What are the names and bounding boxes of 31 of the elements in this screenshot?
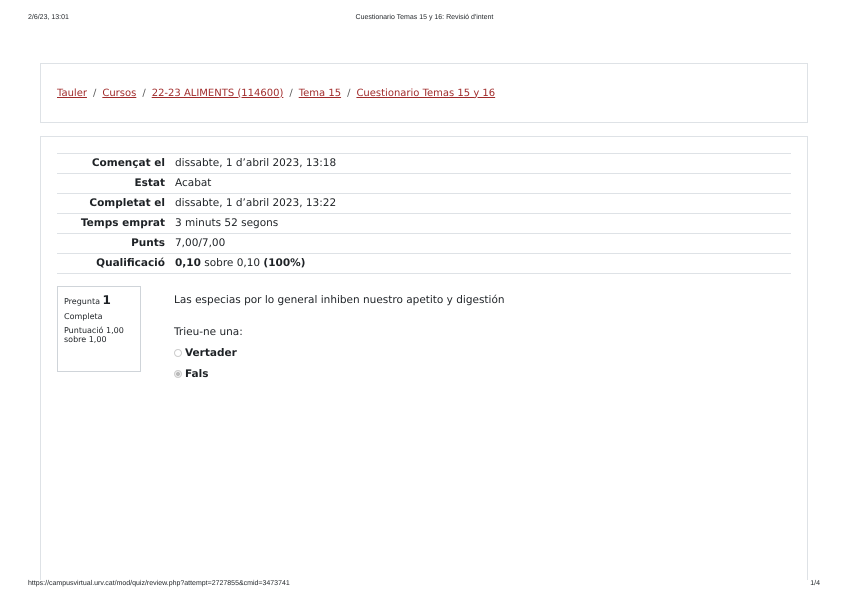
question-label: Pregunta <box>64 297 100 306</box>
breadcrumb-separator: / <box>142 88 146 98</box>
summary-label: Qualificació <box>57 254 173 274</box>
breadcrumb-link[interactable]: Tema 15 <box>298 88 342 98</box>
answer-prompt: Trieu-ne una: <box>174 326 244 338</box>
question-status: Completa <box>64 312 104 321</box>
breadcrumb-link[interactable]: Tauler <box>57 88 87 98</box>
summary-label: Punts <box>57 234 173 254</box>
breadcrumb-link[interactable]: Cuestionario Temas 15 y 16 <box>356 88 496 98</box>
summary-value: dissabte, 1 d’abril 2023, 13:22 <box>173 194 791 214</box>
question-number: 1 <box>102 293 111 307</box>
summary-label: Completat el <box>57 194 173 214</box>
summary-value: 3 minuts 52 segons <box>173 214 791 234</box>
breadcrumb-separator: / <box>289 88 293 98</box>
radio-button[interactable] <box>174 370 182 378</box>
option-label[interactable]: Vertader <box>185 347 237 359</box>
breadcrumb-separator: / <box>92 88 96 98</box>
summary-value: dissabte, 1 d’abril 2023, 13:18 <box>173 154 791 174</box>
breadcrumb-link[interactable]: 22-23 ALIMENTS (114600) <box>152 88 284 98</box>
question-score: Puntuació 1,00 sobre 1,00 <box>64 326 125 344</box>
radio-button[interactable] <box>174 349 182 357</box>
breadcrumb-link[interactable]: Cursos <box>102 88 136 98</box>
summary-value: 7,00/7,00 <box>173 234 791 254</box>
summary-label: Començat el <box>57 154 173 174</box>
summary-label: Temps emprat <box>57 214 173 234</box>
summary-label: Estat <box>57 174 173 194</box>
question-text: Las especias por lo general inhiben nuestro apetito y digestión <box>174 294 505 306</box>
summary-value: 0,10 sobre 0,10 (100%) <box>173 254 791 274</box>
option-label[interactable]: Fals <box>185 368 208 380</box>
breadcrumb-separator: / <box>347 88 350 98</box>
summary-value: Acabat <box>173 174 791 194</box>
